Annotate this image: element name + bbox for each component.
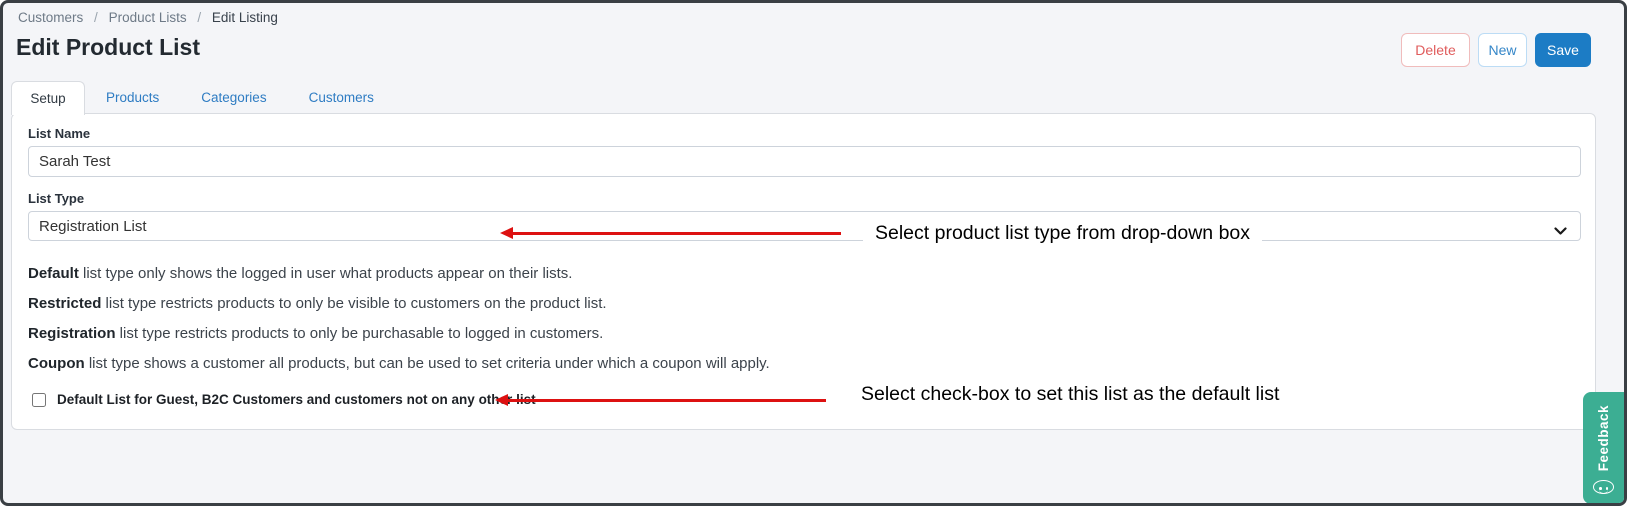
default-list-checkbox-label: Default List for Guest, B2C Customers an… (57, 392, 536, 407)
help-coupon-text: list type shows a customer all products,… (85, 355, 770, 372)
tab-products[interactable]: Products (85, 90, 180, 105)
breadcrumb-customers[interactable]: Customers (18, 10, 83, 25)
setup-panel: List Name List Type Registration List De… (11, 113, 1596, 430)
annotation-checkbox-note: Select check-box to set this list as the… (826, 374, 1314, 414)
help-restricted: Restricted list type restricts products … (28, 295, 607, 312)
chevron-down-icon (1554, 223, 1567, 240)
list-name-label: List Name (28, 126, 90, 141)
help-registration: Registration list type restricts product… (28, 325, 603, 342)
help-coupon: Coupon list type shows a customer all pr… (28, 355, 770, 372)
help-restricted-term: Restricted (28, 295, 101, 312)
delete-button[interactable]: Delete (1401, 33, 1470, 67)
arrow-shaft (504, 399, 828, 402)
help-default: Default list type only shows the logged … (28, 265, 572, 282)
new-button[interactable]: New (1478, 33, 1527, 67)
help-coupon-term: Coupon (28, 355, 85, 372)
breadcrumb-product-lists[interactable]: Product Lists (109, 10, 187, 25)
toolbar: Delete New Save (1401, 33, 1591, 67)
help-registration-term: Registration (28, 325, 116, 342)
save-button[interactable]: Save (1535, 33, 1591, 67)
annotation-arrow-dropdown (500, 227, 841, 239)
page-title: Edit Product List (16, 34, 200, 61)
feedback-label: Feedback (1596, 405, 1611, 471)
breadcrumb: Customers / Product Lists / Edit Listing (18, 10, 278, 25)
help-restricted-text: list type restricts products to only be … (101, 295, 606, 312)
help-registration-text: list type restricts products to only be … (116, 325, 604, 342)
list-type-selected-value: Registration List (39, 218, 147, 235)
breadcrumb-edit-listing: Edit Listing (212, 10, 278, 25)
tab-bar: Setup Products Categories Customers (11, 81, 395, 114)
breadcrumb-separator: / (94, 10, 98, 25)
help-default-text: list type only shows the logged in user … (79, 265, 573, 282)
help-default-term: Default (28, 265, 79, 282)
arrow-shaft (509, 232, 841, 235)
default-list-checkbox-row: Default List for Guest, B2C Customers an… (32, 392, 536, 407)
list-name-input[interactable] (28, 146, 1581, 177)
admin-window: Customers / Product Lists / Edit Listing… (0, 0, 1627, 506)
default-list-checkbox[interactable] (32, 393, 46, 407)
tab-categories[interactable]: Categories (180, 90, 287, 105)
annotation-arrow-checkbox (495, 394, 828, 406)
smiley-icon (1593, 480, 1614, 494)
tab-setup[interactable]: Setup (11, 81, 85, 115)
tab-customers[interactable]: Customers (288, 90, 395, 105)
feedback-button[interactable]: Feedback (1583, 392, 1624, 504)
list-type-label: List Type (28, 191, 84, 206)
annotation-dropdown-note: Select product list type from drop-down … (863, 218, 1262, 248)
breadcrumb-separator: / (197, 10, 201, 25)
